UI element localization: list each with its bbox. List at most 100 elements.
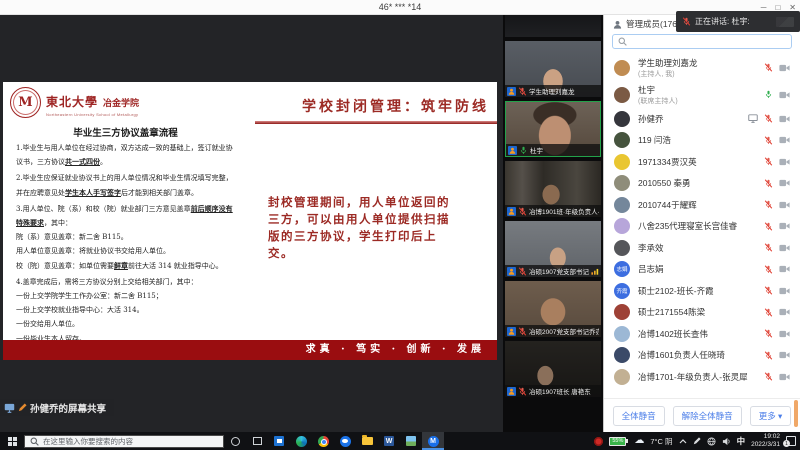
network-icon[interactable] — [707, 437, 716, 446]
university-logo: M 東北大學 冶金学院 Northeastern University Scho… — [10, 87, 139, 118]
camera-icon[interactable] — [779, 265, 790, 273]
member-name: 硕士2102-班长-齐霞 — [638, 285, 764, 297]
cortana-taskbar-icon[interactable] — [224, 432, 246, 450]
chevron-up-icon[interactable] — [679, 439, 687, 444]
tencent-taskbar-icon[interactable] — [334, 432, 356, 450]
camera-icon[interactable] — [779, 115, 790, 123]
video-tile[interactable]: 学生助理刘嘉龙 — [505, 41, 601, 97]
slide-text-line: 2.毕业生应保证就业协议书上的用人单位情况和毕业生情况填写完整，并在应聘意见处学… — [16, 171, 238, 199]
camera-icon[interactable] — [779, 64, 790, 72]
mic-muted-icon[interactable] — [764, 114, 773, 123]
member-row[interactable]: 学生助理刘嘉龙(主持人, 我) — [604, 54, 800, 81]
member-row[interactable]: 冶博1601负责人任晓琦 — [604, 345, 800, 367]
video-tile[interactable]: 冶硕1907班长 唐艳东 — [505, 341, 601, 397]
video-tile[interactable]: 杜宇 — [505, 101, 601, 157]
camera-icon[interactable] — [779, 201, 790, 209]
video-name-label: 冶博1901班·年级负责人·薛鹏宇 — [505, 205, 601, 217]
word-taskbar-icon[interactable]: W — [378, 432, 400, 450]
chrome-taskbar-icon[interactable] — [312, 432, 334, 450]
start-button[interactable] — [0, 432, 24, 450]
monitor-icon — [4, 403, 15, 413]
volume-icon[interactable] — [722, 437, 731, 446]
member-row[interactable]: 冶博1701-年级负责人-张灵犀 — [604, 366, 800, 388]
task-view-taskbar-icon[interactable] — [246, 432, 268, 450]
mic-muted-icon[interactable] — [764, 136, 773, 145]
member-row[interactable]: 孙健乔 — [604, 108, 800, 130]
camera-icon[interactable] — [779, 136, 790, 144]
mic-muted-icon[interactable] — [764, 286, 773, 295]
avatar — [614, 87, 630, 103]
mic-muted-icon[interactable] — [764, 222, 773, 231]
mic-muted-icon[interactable] — [764, 265, 773, 274]
member-row[interactable]: 志娟吕志娟 — [604, 259, 800, 281]
mic-muted-icon[interactable] — [764, 200, 773, 209]
mic-muted-icon[interactable] — [764, 243, 773, 252]
member-name: 硕士2171554陈梁 — [638, 306, 764, 318]
avatar — [614, 326, 630, 342]
member-row[interactable]: 119 闫浩 — [604, 130, 800, 152]
camera-icon[interactable] — [779, 308, 790, 316]
camera-icon[interactable] — [779, 330, 790, 338]
mic-muted-icon[interactable] — [764, 329, 773, 338]
system-tray: 55% ☁ 7°C 阴 中 19:02 2022/3/31 1 — [594, 432, 800, 450]
taskbar-search-input[interactable]: 在这里输入你要搜索的内容 — [24, 435, 224, 448]
video-tile[interactable]: 冶博1901班·年级负责人·薛鹏宇 — [505, 161, 601, 217]
camera-icon[interactable] — [779, 158, 790, 166]
member-row[interactable]: 八舍235代理寝室长宫佳睿 — [604, 216, 800, 238]
camera-icon[interactable] — [779, 222, 790, 230]
member-row[interactable]: 2010744于耀辉 — [604, 194, 800, 216]
clock[interactable]: 19:02 2022/3/31 — [751, 433, 780, 449]
member-name: 八舍235代理寝室长宫佳睿 — [638, 220, 764, 232]
edge-taskbar-icon[interactable] — [290, 432, 312, 450]
camera-icon[interactable] — [779, 244, 790, 252]
member-search-input[interactable] — [612, 34, 792, 49]
slide-text-line: 4.盖章完成后，需将三方协议分别上交给相关部门，其中： — [16, 275, 238, 289]
member-row[interactable]: 硕士2171554陈梁 — [604, 302, 800, 324]
slide-text-line: 1.毕业生与用人单位在经过协商，双方达成一致的基础上，签订就业协议书，三方协议共… — [16, 141, 238, 169]
member-row[interactable]: 1971334贾汉英 — [604, 151, 800, 173]
notifications-icon[interactable]: 1 — [786, 436, 796, 446]
mic-muted-icon[interactable] — [764, 308, 773, 317]
avatar — [614, 304, 630, 320]
mic-on-icon[interactable] — [764, 90, 773, 99]
member-row[interactable]: 冶博1402班长查伟 — [604, 323, 800, 345]
camera-icon[interactable] — [779, 91, 790, 99]
pen-icon[interactable] — [18, 403, 27, 412]
camera-icon[interactable] — [779, 373, 790, 381]
folder-taskbar-icon[interactable] — [356, 432, 378, 450]
unmute-all-button[interactable]: 解除全体静音 — [673, 406, 742, 426]
photos-taskbar-icon[interactable] — [400, 432, 422, 450]
member-name: 119 闫浩 — [638, 134, 764, 146]
mic-muted-icon[interactable] — [764, 179, 773, 188]
clock-date: 2022/3/31 — [751, 441, 780, 448]
member-row[interactable]: 2010550 秦勇 — [604, 173, 800, 195]
weather-text[interactable]: 7°C 阴 — [650, 436, 672, 447]
ime-indicator[interactable]: 中 — [737, 435, 746, 447]
video-tile[interactable] — [505, 15, 601, 37]
video-tile[interactable]: 冶硕2007党支部书记乔亦凡 — [505, 281, 601, 337]
member-name: 2010744于耀辉 — [638, 199, 764, 211]
member-row[interactable]: 齐霞硕士2102-班长-齐霞 — [604, 280, 800, 302]
member-name: 冶博1402班长查伟 — [638, 328, 764, 340]
mic-muted-icon[interactable] — [764, 372, 773, 381]
store-taskbar-icon[interactable] — [268, 432, 290, 450]
avatar — [614, 347, 630, 363]
member-row[interactable]: 杜宇(联席主持人) — [604, 81, 800, 108]
mic-muted-icon[interactable] — [764, 351, 773, 360]
camera-icon[interactable] — [779, 179, 790, 187]
logo-university-name: 東北大學 — [46, 93, 98, 110]
battery-icon[interactable]: 55% — [609, 437, 628, 446]
more-button[interactable]: 更多 ▾ — [750, 406, 792, 426]
video-tile[interactable]: 冶硕1907党支部书记王子佳 — [505, 221, 601, 277]
mic-muted-icon[interactable] — [764, 63, 773, 72]
pen-icon[interactable] — [693, 437, 701, 445]
mic-muted-icon[interactable] — [764, 157, 773, 166]
tray-app-icon[interactable] — [594, 437, 603, 446]
mute-all-button[interactable]: 全体静音 — [613, 406, 665, 426]
panel-scrollbar[interactable] — [794, 400, 798, 427]
windows-taskbar: 在这里输入你要搜索的内容 W M 55% ☁ 7°C 阴 中 19:02 2022… — [0, 432, 800, 450]
member-row[interactable]: 李承效 — [604, 237, 800, 259]
meeting-taskbar-icon[interactable]: M — [422, 432, 444, 450]
camera-icon[interactable] — [779, 351, 790, 359]
camera-icon[interactable] — [779, 287, 790, 295]
